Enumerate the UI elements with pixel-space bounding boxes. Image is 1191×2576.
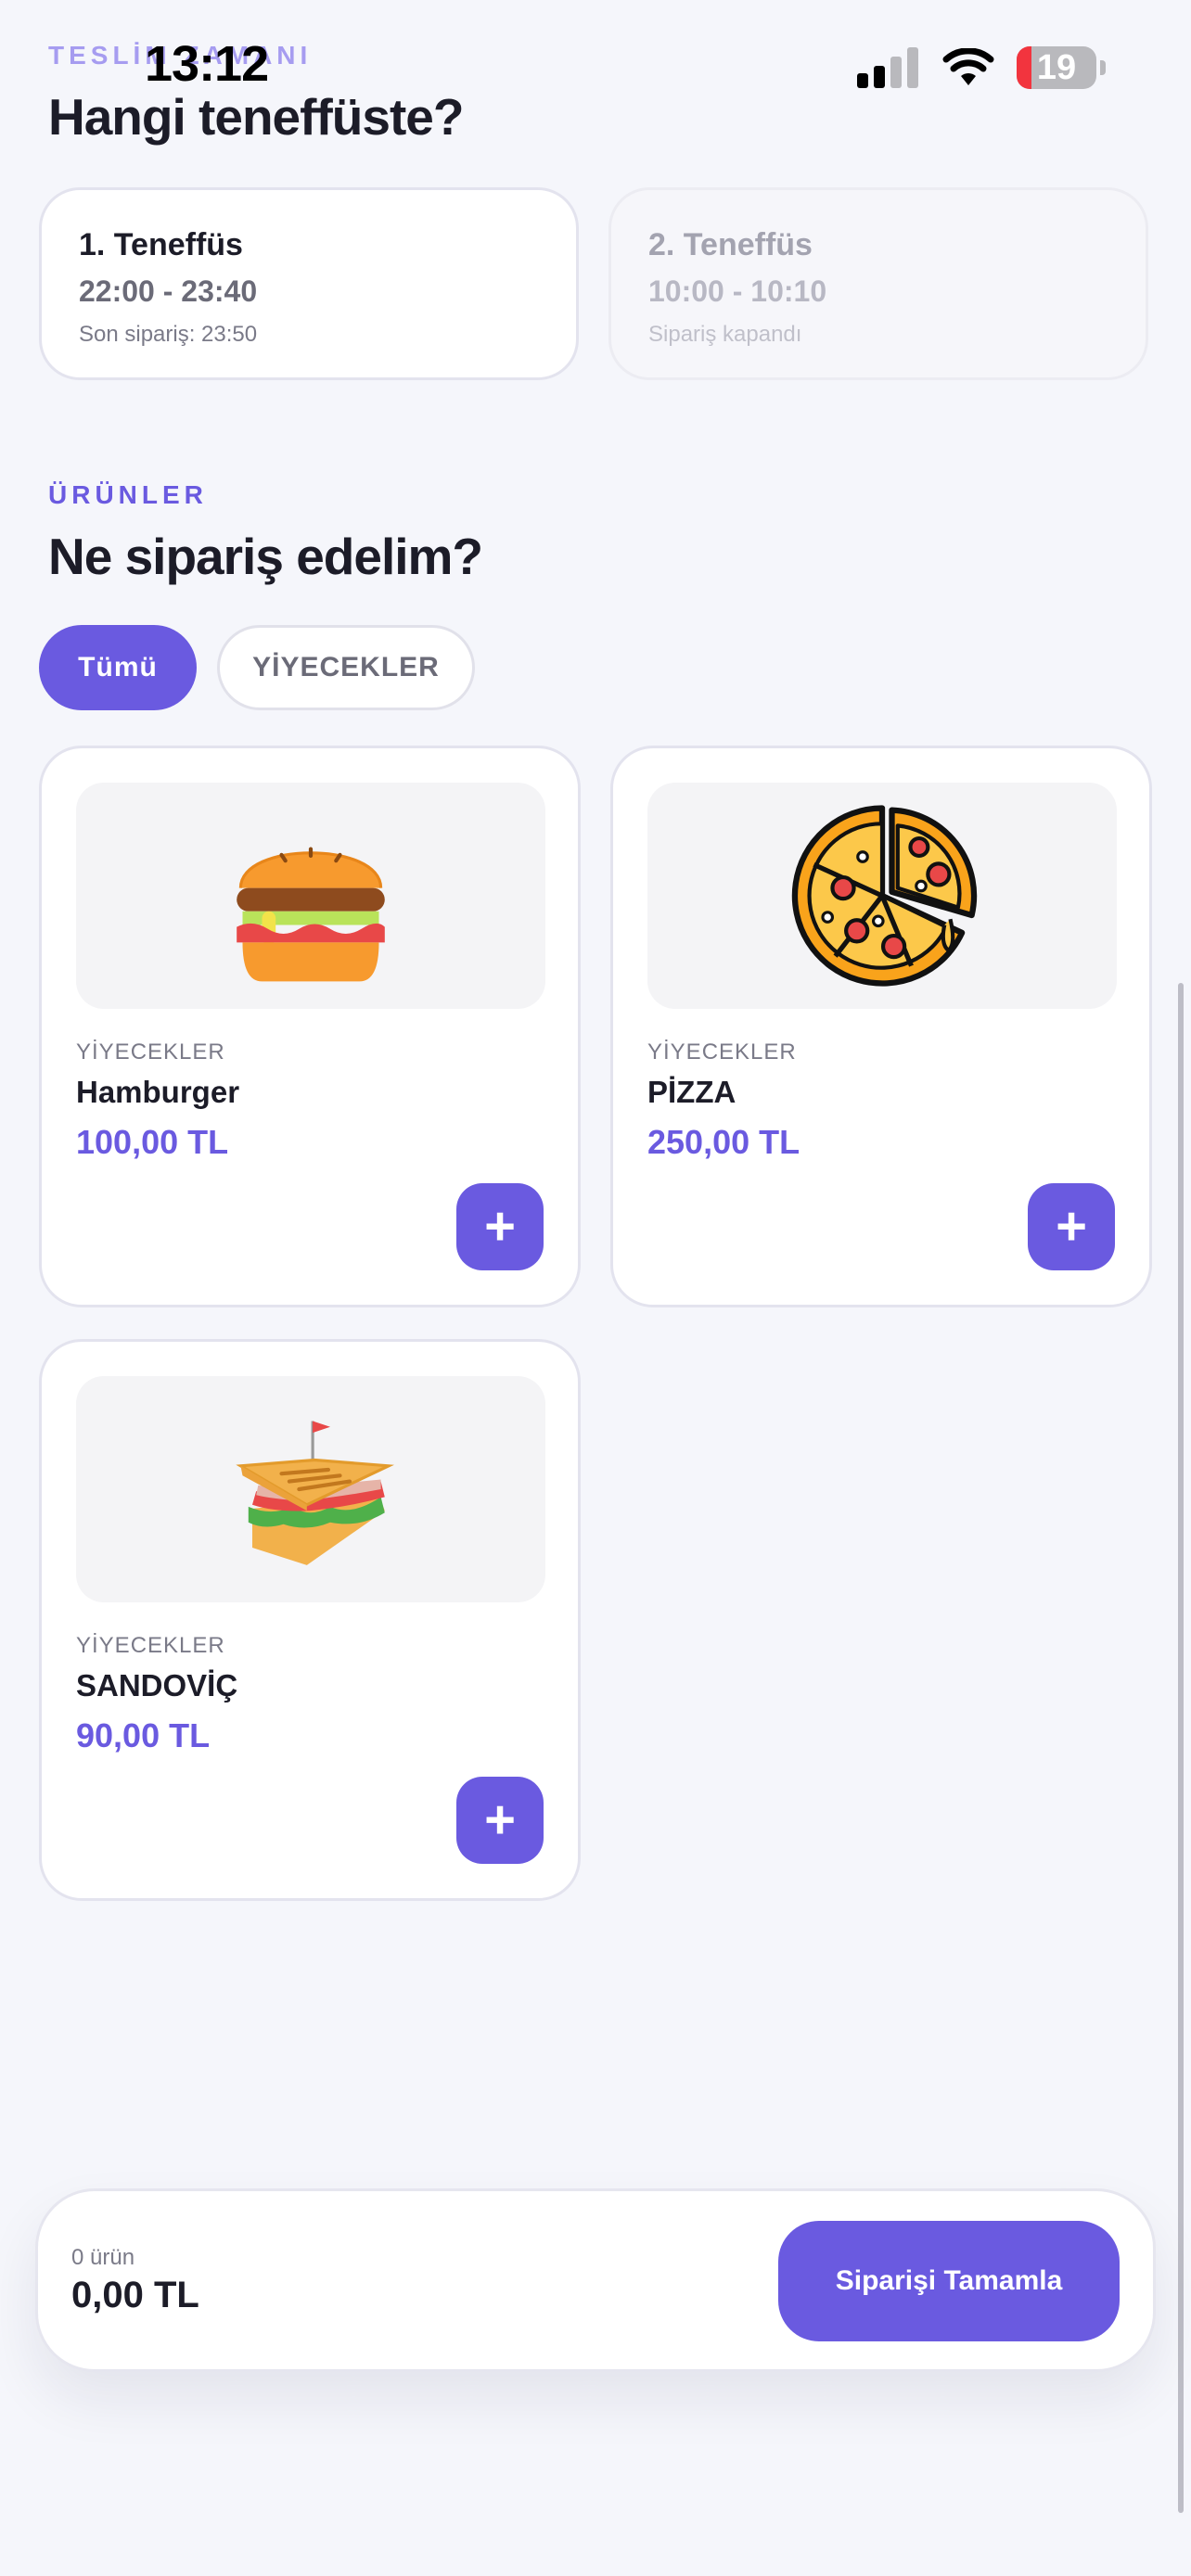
status-icons: 19 (857, 46, 1106, 89)
burger-icon (237, 847, 385, 982)
wifi-icon (942, 48, 994, 85)
order-total: 0,00 TL (71, 2275, 199, 2315)
break-note: Sipariş kapandı (648, 322, 802, 347)
product-card-pizza[interactable]: YİYECEKLER PİZZA 250,00 TL + (610, 746, 1152, 1307)
product-price: 250,00 TL (647, 1123, 800, 1161)
product-price: 90,00 TL (76, 1716, 211, 1754)
order-item-count: 0 ürün (71, 2245, 135, 2270)
pizza-icon (791, 805, 978, 987)
break-note: Son sipariş: 23:50 (79, 322, 258, 347)
product-category: YİYECEKLER (647, 1039, 797, 1065)
break-time: 22:00 - 23:40 (79, 274, 258, 308)
product-price: 100,00 TL (76, 1123, 229, 1161)
break-name: 1. Teneffüs (79, 227, 243, 262)
status-time: 13:12 (145, 36, 269, 92)
cellular-signal-icon (857, 47, 918, 88)
product-image (76, 783, 545, 1009)
break-card-2: 2. Teneffüs 10:00 - 10:10 Sipariş kapand… (608, 187, 1148, 380)
product-card-hamburger[interactable]: YİYECEKLER Hamburger 100,00 TL + (39, 746, 581, 1307)
add-to-cart-button[interactable]: + (456, 1183, 544, 1270)
break-time: 10:00 - 10:10 (648, 274, 827, 308)
product-name: Hamburger (76, 1075, 240, 1109)
complete-order-button[interactable]: Siparişi Tamamla (778, 2221, 1120, 2341)
product-image (76, 1376, 545, 1602)
scrollbar[interactable] (1178, 983, 1184, 2513)
product-category: YİYECEKLER (76, 1633, 225, 1658)
product-card-sandwich[interactable]: YİYECEKLER SANDOVİÇ 90,00 TL + (39, 1339, 581, 1901)
filter-chip-food[interactable]: YİYECEKLER (217, 625, 475, 710)
break-card-1[interactable]: 1. Teneffüs 22:00 - 23:40 Son sipariş: 2… (39, 187, 579, 380)
delivery-title: Hangi teneffüste? (48, 88, 464, 146)
battery-tip (1100, 60, 1106, 75)
add-to-cart-button[interactable]: + (456, 1777, 544, 1864)
product-category: YİYECEKLER (76, 1039, 225, 1065)
sandwich-icon (236, 1421, 394, 1565)
battery-indicator: 19 (1017, 46, 1096, 89)
product-image (647, 783, 1117, 1009)
product-name: SANDOVİÇ (76, 1668, 238, 1702)
products-title: Ne sipariş edelim? (48, 528, 483, 585)
add-to-cart-button[interactable]: + (1028, 1183, 1115, 1270)
order-summary-bar: 0 ürün 0,00 TL Siparişi Tamamla (35, 2188, 1156, 2372)
filter-chip-all[interactable]: Tümü (39, 625, 197, 710)
break-name: 2. Teneffüs (648, 227, 813, 262)
products-section-label: ÜRÜNLER (48, 480, 208, 509)
product-name: PİZZA (647, 1075, 736, 1109)
